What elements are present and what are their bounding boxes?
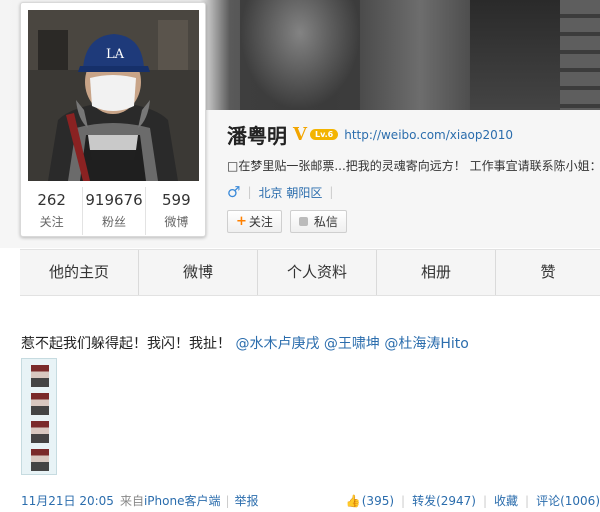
cover-shadow	[240, 0, 360, 110]
profile-actions: + 关注 私信	[227, 210, 347, 233]
follow-button[interactable]: + 关注	[227, 210, 282, 233]
thumbnail-frame	[31, 393, 49, 415]
post-time-link[interactable]: 11月21日 20:05	[21, 492, 114, 509]
location-row: ♂ | 北京 朝阳区 |	[227, 183, 340, 201]
stat-number: 262	[37, 191, 66, 209]
message-label: 私信	[313, 215, 338, 229]
stat-label: 粉丝	[101, 215, 126, 229]
feed: 惹不起我们躲得起！我闪！我扯！ @水木卢庚戌 @王啸坤 @杜海涛Hito 11月…	[0, 297, 600, 512]
like-icon[interactable]: 👍	[346, 494, 361, 508]
source-link[interactable]: iPhone客户端	[144, 492, 221, 509]
divider: |	[225, 493, 230, 508]
divider: |	[247, 185, 252, 199]
divider: |	[482, 493, 488, 508]
tab-likes[interactable]: 赞	[496, 250, 600, 295]
post-image-thumbnail[interactable]	[21, 358, 57, 475]
tab-home[interactable]: 他的主页	[20, 250, 139, 295]
avatar[interactable]: LA	[28, 10, 199, 181]
thumbnail-frame	[31, 449, 49, 471]
stat-label: 微博	[164, 215, 189, 229]
stat-label: 关注	[39, 215, 64, 229]
mention-link[interactable]: @王啸坤	[324, 336, 380, 352]
post-meta: 11月21日 20:05 来自 iPhone客户端 | 举报 👍 (395) |…	[21, 492, 600, 509]
stat-number: 599	[162, 191, 191, 209]
message-button[interactable]: 私信	[289, 210, 347, 233]
profile-tabs: 他的主页 微博 个人资料 相册 赞	[20, 249, 600, 296]
source-prefix: 来自	[119, 494, 144, 508]
stat-number: 919676	[85, 191, 143, 209]
divider: |	[329, 185, 334, 199]
tab-weibo[interactable]: 微博	[139, 250, 258, 295]
location-link[interactable]: 北京 朝阳区	[259, 184, 323, 201]
thumbnail-frame	[31, 421, 49, 443]
cover-stairs	[560, 0, 600, 110]
profile-url-link[interactable]: http://weibo.com/xiaop2010	[344, 128, 513, 142]
like-count[interactable]: (395)	[362, 494, 394, 508]
comment-link[interactable]: 评论(1006)	[536, 492, 600, 509]
report-link[interactable]: 举报	[235, 492, 259, 509]
cover-shadow	[470, 0, 560, 110]
mention-link[interactable]: @水木卢庚戌	[235, 336, 319, 352]
verified-icon[interactable]: V	[293, 124, 307, 145]
level-badge[interactable]: Lv.6	[309, 129, 339, 140]
envelope-icon	[298, 217, 308, 226]
post-body: 惹不起我们躲得起！我闪！我扯！	[21, 336, 231, 352]
stat-following[interactable]: 262 关注	[21, 187, 84, 235]
post-text: 惹不起我们躲得起！我闪！我扯！ @水木卢庚戌 @王啸坤 @杜海涛Hito	[21, 333, 469, 353]
profile-stats: 262 关注 919676 粉丝 599 微博	[21, 187, 207, 235]
tab-profile-info[interactable]: 个人资料	[258, 250, 377, 295]
male-icon: ♂	[227, 183, 241, 201]
profile-bio: □在梦里贴一张邮票...把我的灵魂寄向远方！ 工作事宜请联系陈小姐：1	[227, 159, 600, 173]
plus-icon: +	[236, 214, 247, 229]
post-actions: 👍 (395) | 转发(2947) | 收藏 | 评论(1006)	[346, 492, 600, 509]
avatar-card: LA 262 关注 919676 粉丝 599 微博	[20, 2, 206, 237]
repost-link[interactable]: 转发(2947)	[412, 492, 476, 509]
mention-link[interactable]: @杜海涛Hito	[384, 336, 468, 352]
favorite-link[interactable]: 收藏	[494, 492, 518, 509]
thumbnail-frame	[31, 365, 49, 387]
divider: |	[401, 493, 406, 508]
follow-label: 关注	[248, 215, 273, 229]
tab-album[interactable]: 相册	[377, 250, 496, 295]
divider: |	[525, 493, 530, 508]
profile-name-row: 潘粤明 V Lv.6 http://weibo.com/xiaop2010	[227, 120, 513, 149]
svg-text:LA: LA	[106, 47, 125, 62]
stat-followers[interactable]: 919676 粉丝	[83, 187, 146, 235]
profile-name: 潘粤明	[227, 124, 287, 148]
stat-posts[interactable]: 599 微博	[146, 187, 207, 235]
